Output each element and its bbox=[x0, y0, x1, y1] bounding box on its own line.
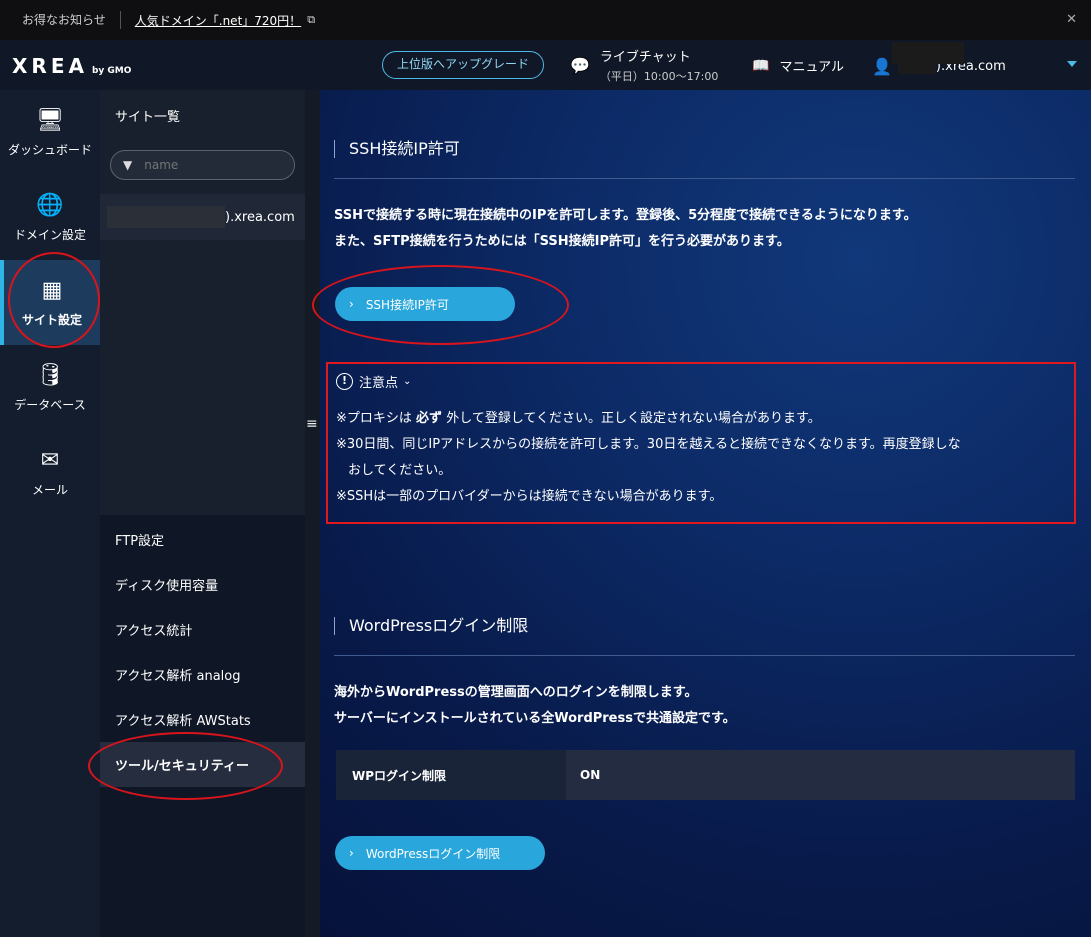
nav-label: ドメイン設定 bbox=[13, 227, 86, 242]
book-icon: 📖 bbox=[752, 57, 770, 74]
nav-label: データベース bbox=[14, 397, 86, 412]
settings-menu: FTP設定 ディスク使用容量 アクセス統計 アクセス解析 analog アクセス… bbox=[100, 515, 305, 937]
user-icon: 👤 bbox=[872, 56, 892, 76]
setting-analog[interactable]: アクセス解析 analog bbox=[100, 652, 305, 697]
caution-text: ※プロキシは bbox=[336, 411, 412, 426]
live-chat[interactable]: 💬 ライブチャット （平日）10:00〜17:00 bbox=[570, 46, 718, 84]
wp-login-limit-button[interactable]: › WordPressログイン制限 bbox=[335, 836, 545, 870]
wp-login-value: ON bbox=[566, 750, 1075, 800]
wp-login-table: WPログイン制限 ON bbox=[336, 750, 1075, 800]
nav-domain[interactable]: 🌐 ドメイン設定 bbox=[0, 175, 100, 260]
setting-label: アクセス統計 bbox=[115, 624, 193, 639]
divider-line bbox=[334, 178, 1075, 179]
ssh-line-2: また、SFTP接続を行うためには「SSH接続IP許可」を行う必要があります。 bbox=[334, 234, 790, 249]
setting-awstats[interactable]: アクセス解析 AWStats bbox=[100, 697, 305, 742]
caution-text: 外して登録してください。正しく設定されない場合があります。 bbox=[446, 411, 821, 426]
setting-label: ツール/セキュリティー bbox=[115, 759, 249, 774]
wp-login-key: WPログイン制限 bbox=[336, 750, 566, 800]
setting-tools-security[interactable]: ツール/セキュリティー bbox=[100, 742, 305, 787]
redacted-mask bbox=[107, 206, 225, 228]
caution-line-2: ※30日間、同じIPアドレスからの接続を許可します。30日を越えると接続できなく… bbox=[336, 437, 961, 452]
close-icon[interactable]: ✕ bbox=[1066, 12, 1077, 27]
setting-ftp[interactable]: FTP設定 bbox=[100, 517, 305, 562]
chevron-right-icon: › bbox=[349, 846, 354, 860]
site-list-title: サイト一覧 bbox=[115, 110, 181, 125]
mail-icon: ✉ bbox=[40, 447, 60, 473]
redacted-mask bbox=[892, 42, 964, 64]
nav-label: サイト設定 bbox=[21, 312, 82, 327]
caution-box: ! 注意点 ⌄ ※プロキシは 必ず 外して登録してください。正しく設定されない場… bbox=[326, 362, 1076, 524]
wordpress-line-1: 海外からWordPressの管理画面へのログインを制限します。 bbox=[334, 685, 698, 700]
site-item[interactable]: ).xrea.com bbox=[100, 194, 305, 240]
chat-title: ライブチャット bbox=[599, 50, 691, 65]
caution-title: 注意点 bbox=[359, 376, 399, 391]
ssh-button-label: SSH接続IP許可 bbox=[365, 297, 449, 312]
site-search: ▼ bbox=[110, 150, 295, 180]
logo[interactable]: XREA by GMO bbox=[12, 54, 131, 78]
wordpress-heading: WordPressログイン制限 bbox=[334, 617, 528, 635]
wordpress-description: 海外からWordPressの管理画面へのログインを制限します。 サーバーにインス… bbox=[334, 680, 736, 732]
header: XREA by GMO 上位版へアップグレード 💬 ライブチャット （平日）10… bbox=[0, 40, 1091, 90]
ssh-line-1: SSHで接続する時に現在接続中のIPを許可します。登録後、5分程度で接続できるよ… bbox=[334, 208, 917, 223]
caution-line-1: ※プロキシは 必ず 外して登録してください。正しく設定されない場合があります。 bbox=[336, 406, 821, 432]
search-input[interactable] bbox=[144, 158, 275, 172]
setting-label: アクセス解析 AWStats bbox=[115, 714, 251, 729]
setting-access-stats[interactable]: アクセス統計 bbox=[100, 607, 305, 652]
panel-divider: ≡ bbox=[305, 90, 320, 937]
user-menu[interactable]: 👤 ).xrea.com bbox=[872, 42, 1006, 78]
divider-line bbox=[334, 655, 1075, 656]
setting-disk[interactable]: ディスク使用容量 bbox=[100, 562, 305, 607]
caution-line-2b: おしてください。 bbox=[348, 463, 452, 478]
nav-site-settings[interactable]: ▦ サイト設定 bbox=[0, 260, 100, 345]
monitor-icon: 🖥 bbox=[36, 107, 64, 133]
chevron-down-icon: ⌄ bbox=[403, 376, 412, 387]
logo-text: XREA bbox=[12, 54, 88, 78]
nav-label: メール bbox=[31, 482, 68, 497]
caution-emphasis: 必ず bbox=[416, 411, 443, 426]
external-link-icon: ⧉ bbox=[307, 13, 316, 26]
site-settings-icon: ▦ bbox=[41, 277, 63, 303]
setting-label: アクセス解析 analog bbox=[115, 669, 241, 684]
manual-link[interactable]: 📖 マニュアル bbox=[752, 56, 845, 76]
site-domain: ).xrea.com bbox=[225, 209, 295, 225]
notice-link[interactable]: 人気ドメイン「.net」720円！ bbox=[121, 12, 301, 29]
logo-sub: by GMO bbox=[91, 66, 132, 76]
hamburger-icon[interactable]: ≡ bbox=[306, 416, 318, 432]
globe-icon: 🌐 bbox=[36, 192, 64, 218]
chat-icon: 💬 bbox=[570, 55, 590, 75]
nav-label: ダッシュボード bbox=[7, 142, 92, 157]
site-list-panel: サイト一覧 ▼ ).xrea.com bbox=[100, 90, 305, 515]
setting-label: ディスク使用容量 bbox=[115, 579, 219, 594]
notice-label: お得なお知らせ bbox=[0, 11, 121, 29]
caution-toggle[interactable]: ! 注意点 ⌄ bbox=[336, 372, 411, 391]
chevron-right-icon: › bbox=[349, 297, 354, 311]
manual-label: マニュアル bbox=[779, 60, 845, 75]
chat-hours: （平日）10:00〜17:00 bbox=[599, 70, 719, 83]
alert-icon: ! bbox=[336, 373, 353, 390]
filter-icon: ▼ bbox=[123, 158, 133, 172]
ssh-description: SSHで接続する時に現在接続中のIPを許可します。登録後、5分程度で接続できるよ… bbox=[334, 203, 917, 255]
nav-mail[interactable]: ✉ メール bbox=[0, 430, 100, 515]
nav-database[interactable]: 🛢 データベース bbox=[0, 345, 100, 430]
ssh-ip-allow-button[interactable]: › SSH接続IP許可 bbox=[335, 287, 515, 321]
chevron-down-icon[interactable] bbox=[1067, 61, 1077, 67]
main-content: SSH接続IP許可 SSHで接続する時に現在接続中のIPを許可します。登録後、5… bbox=[320, 90, 1091, 937]
upgrade-button[interactable]: 上位版へアップグレード bbox=[382, 51, 545, 79]
nav-dashboard[interactable]: 🖥 ダッシュボード bbox=[0, 90, 100, 175]
ssh-heading: SSH接続IP許可 bbox=[334, 140, 460, 158]
database-icon: 🛢 bbox=[36, 362, 64, 388]
wordpress-line-2: サーバーにインストールされている全WordPressで共通設定です。 bbox=[334, 711, 736, 726]
left-nav: 🖥 ダッシュボード 🌐 ドメイン設定 ▦ サイト設定 🛢 データベース ✉ メー… bbox=[0, 90, 100, 937]
wp-button-label: WordPressログイン制限 bbox=[365, 846, 501, 861]
caution-line-3: ※SSHは一部のプロバイダーからは接続できない場合があります。 bbox=[336, 489, 723, 504]
notice-bar: お得なお知らせ 人気ドメイン「.net」720円！ ⧉ ✕ bbox=[0, 0, 1091, 40]
setting-label: FTP設定 bbox=[115, 534, 165, 549]
